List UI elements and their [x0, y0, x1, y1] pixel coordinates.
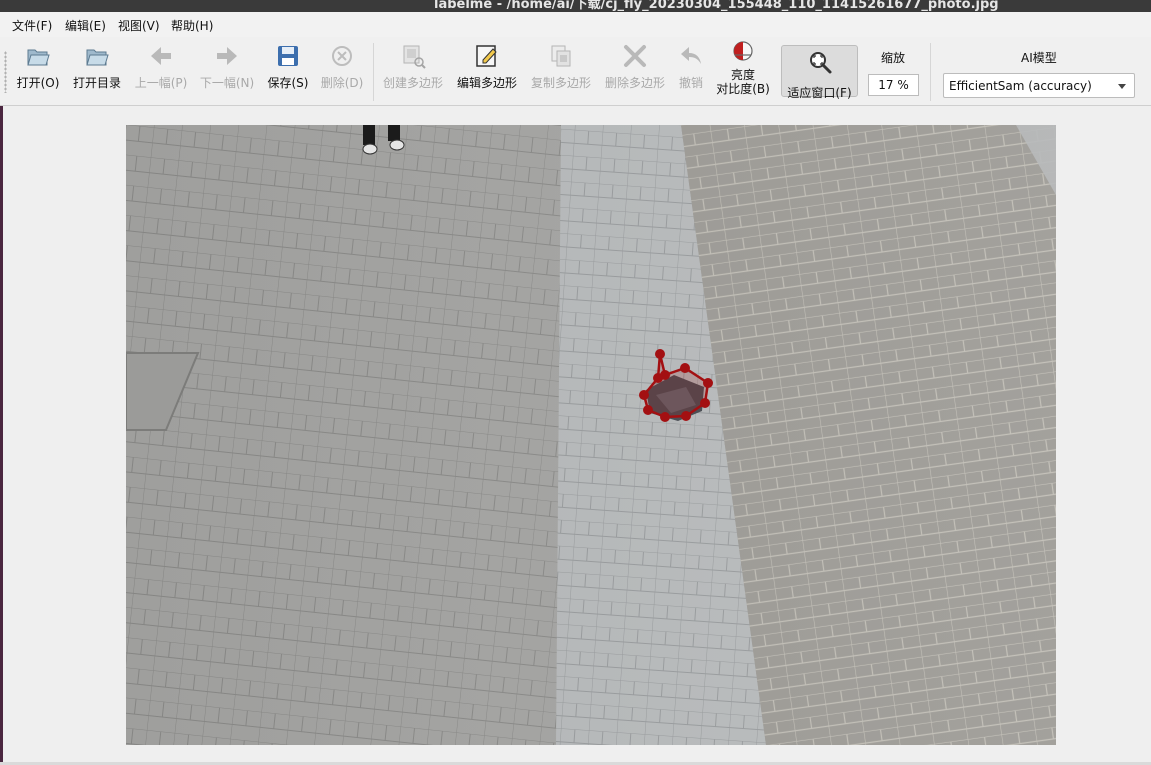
delete-file-button[interactable]: 删除(D) [321, 43, 363, 90]
brightness-contrast-icon [730, 39, 756, 65]
fit-window-label: 适应窗口(F) [787, 86, 852, 100]
copy-polygon-button[interactable]: 复制多边形 [530, 43, 592, 90]
image-canvas[interactable] [126, 125, 1056, 745]
delete-file-label: 删除(D) [320, 76, 364, 90]
polygon-vertex-handle[interactable] [643, 405, 653, 415]
menu-bar: 文件(F) 编辑(E) 视图(V) 帮助(H) [0, 12, 1151, 37]
copy-icon [548, 43, 574, 69]
next-image-button[interactable]: 下一幅(N) [200, 43, 254, 90]
open-dir-label: 打开目录 [72, 76, 121, 90]
polygon-vertex-handle[interactable] [703, 378, 713, 388]
edit-polygon-icon [474, 43, 500, 69]
menu-edit[interactable]: 编辑(E) [65, 17, 106, 34]
zoom-input[interactable]: 17 % [868, 74, 919, 96]
open-dir-button[interactable]: 打开目录 [72, 43, 122, 90]
copy-polygon-label: 复制多边形 [530, 76, 591, 90]
paving-photo [126, 125, 1056, 745]
polygon-vertex-handle[interactable] [653, 373, 663, 383]
polygon-vertex-handle[interactable] [655, 349, 665, 359]
prev-image-label: 上一幅(P) [134, 76, 188, 90]
polygon-vertex-handle[interactable] [681, 411, 691, 421]
save-label: 保存(S) [267, 76, 309, 90]
folder-open-icon [84, 43, 110, 69]
brightness-contrast-button[interactable]: 亮度 对比度(B) [716, 39, 770, 96]
delete-polygon-label: 删除多边形 [604, 76, 665, 90]
menu-view[interactable]: 视图(V) [118, 17, 160, 34]
arrow-left-icon [148, 43, 174, 69]
brightness-label-line1: 亮度 [731, 68, 756, 82]
window-left-edge [0, 106, 3, 762]
toolbar-separator [373, 43, 374, 101]
polygon-vertex-handle[interactable] [700, 398, 710, 408]
prev-image-button[interactable]: 上一幅(P) [134, 43, 188, 90]
toolbar-separator [930, 43, 931, 101]
fit-window-button[interactable]: 适应窗口(F) [781, 45, 858, 100]
polygon-vertex-handle[interactable] [660, 412, 670, 422]
brightness-label-line2: 对比度(B) [716, 82, 770, 96]
open-button[interactable]: 打开(O) [17, 43, 59, 90]
undo-button[interactable]: 撤销 [678, 43, 704, 90]
chevron-down-icon [1118, 84, 1126, 89]
undo-label: 撤销 [678, 76, 703, 90]
arrow-right-icon [214, 43, 240, 69]
ai-model-selected: EfficientSam (accuracy) [949, 79, 1092, 93]
menu-help[interactable]: 帮助(H) [171, 17, 213, 34]
zoom-fit-icon [807, 49, 833, 78]
polygon-vertex-handle[interactable] [639, 390, 649, 400]
close-circle-icon [329, 43, 355, 69]
delete-x-icon [622, 43, 648, 69]
window-title: labelme - /home/ai/下载/cj_fly_20230304_15… [434, 0, 999, 12]
create-polygon-button[interactable]: 创建多边形 [382, 43, 444, 90]
brightness-label: 亮度 对比度(B) [716, 68, 770, 96]
ai-model-select[interactable]: EfficientSam (accuracy) [943, 73, 1135, 98]
edit-polygon-button[interactable]: 编辑多边形 [456, 43, 518, 90]
next-image-label: 下一幅(N) [199, 76, 255, 90]
delete-polygon-button[interactable]: 删除多边形 [604, 43, 666, 90]
window-titlebar: labelme - /home/ai/下载/cj_fly_20230304_15… [0, 0, 1151, 12]
folder-open-icon [25, 43, 51, 69]
polygon-vertex-handle[interactable] [680, 363, 690, 373]
toolbar-grip[interactable] [4, 51, 7, 93]
save-button[interactable]: 保存(S) [267, 43, 309, 90]
zoom-label: 缩放 [881, 51, 906, 65]
open-label: 打开(O) [16, 76, 60, 90]
ai-model-label: AI模型 [1021, 51, 1057, 65]
create-polygon-label: 创建多边形 [382, 76, 443, 90]
edit-polygon-label: 编辑多边形 [456, 76, 517, 90]
floppy-disk-icon [275, 43, 301, 69]
menu-file[interactable]: 文件(F) [12, 17, 52, 34]
undo-icon [678, 43, 704, 69]
create-polygon-icon [400, 43, 426, 69]
